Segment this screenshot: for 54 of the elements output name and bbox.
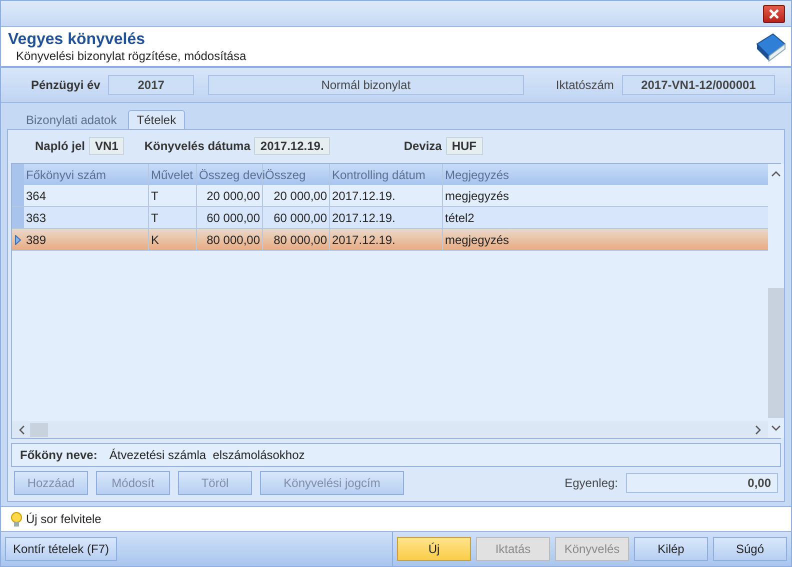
table-cell: T xyxy=(149,207,197,228)
table-cell: 389 xyxy=(24,229,149,250)
account-label: Főköny neve: xyxy=(20,448,98,462)
balance-field[interactable]: 0,00 xyxy=(626,473,778,493)
year-field[interactable]: 2017 xyxy=(108,75,194,95)
table-cell-text: megjegyzés xyxy=(444,232,510,248)
window-title: Vegyes könyvelés xyxy=(8,30,146,48)
table-cell: T xyxy=(149,185,197,206)
close-icon xyxy=(768,8,780,20)
row-pointer-icon xyxy=(15,234,21,244)
table-cell: 2017.12.19. xyxy=(330,229,443,250)
column-header[interactable]: Megjegyzés xyxy=(443,164,768,185)
scroll-left-icon[interactable] xyxy=(18,424,26,434)
table-cell: 364 xyxy=(24,185,149,206)
table-cell: 2017.12.19. xyxy=(330,207,443,228)
table-cell-text: tétel2 xyxy=(444,210,476,226)
balance-label: Egyenleg: xyxy=(564,476,618,490)
table-cell: 60 000,00 xyxy=(263,207,330,228)
footer-button[interactable]: Súgó xyxy=(713,537,787,561)
number-label: Iktatószám xyxy=(556,78,614,92)
window-subtitle: Könyvelési bizonylat rögzítése, módosítása xyxy=(15,48,246,62)
input-field[interactable]: VN1 xyxy=(89,137,124,155)
tab[interactable]: Tételek xyxy=(128,110,186,129)
table-cell-text: megjegyzés xyxy=(444,188,510,204)
table-cell: 20 000,00 xyxy=(263,185,330,206)
scrollbar-thumb[interactable] xyxy=(768,288,784,418)
footer-button[interactable]: Új xyxy=(397,537,471,561)
table-cell: 363 xyxy=(24,207,149,228)
number-field[interactable]: 2017-VN1-12/000001 xyxy=(622,75,775,95)
table-cell: 80 000,00 xyxy=(197,229,263,250)
contra-items-button[interactable]: Kontír tételek (F7) xyxy=(5,537,117,561)
field-label: Napló jel xyxy=(35,139,86,153)
table-cell: 2017.12.19. xyxy=(330,185,443,206)
field-label: Könyvelés dátuma xyxy=(144,139,250,153)
document-type-field[interactable]: Normál bizonylat xyxy=(208,75,524,95)
hint-text: Új sor felvitele xyxy=(26,512,102,526)
table-cell: 80 000,00 xyxy=(263,229,330,250)
year-label: Pénzügyi év xyxy=(31,78,100,92)
table-cell: 20 000,00 xyxy=(197,185,263,206)
input-field[interactable]: 2017.12.19. xyxy=(254,137,330,155)
account-name: Átvezetési számla elszámolásokhoz xyxy=(109,448,305,462)
row-header xyxy=(12,164,24,185)
close-button[interactable] xyxy=(763,4,785,22)
tab[interactable]: Bizonylati adatok xyxy=(17,110,126,129)
scrollbar-thumb[interactable] xyxy=(30,422,48,436)
scroll-up-icon[interactable] xyxy=(771,170,781,178)
scroll-right-icon[interactable] xyxy=(754,424,762,434)
input-field[interactable]: HUF xyxy=(446,137,483,155)
table-cell: 60 000,00 xyxy=(197,207,263,228)
footer-button[interactable]: Kilép xyxy=(634,537,708,561)
scroll-down-icon[interactable] xyxy=(771,424,781,432)
table-cell: K xyxy=(149,229,197,250)
lightbulb-icon xyxy=(11,512,22,526)
field-label: Deviza xyxy=(404,139,442,153)
